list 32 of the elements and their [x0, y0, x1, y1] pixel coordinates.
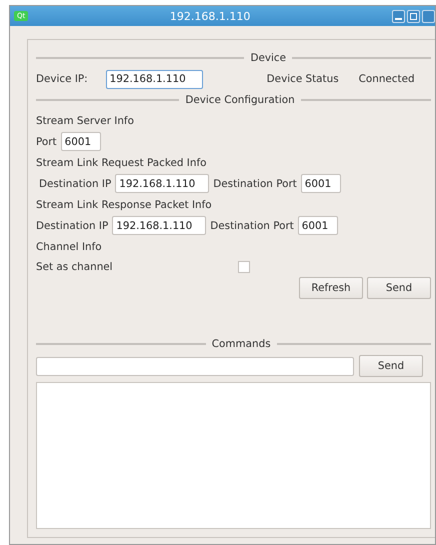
- section-heading: Device Configuration: [185, 94, 295, 106]
- field-label: Device Status: [266, 73, 339, 85]
- command-field[interactable]: [36, 356, 354, 376]
- status-value: Connected: [358, 73, 415, 85]
- field-label: Destination Port: [210, 220, 294, 232]
- maximize-icon: [410, 12, 417, 20]
- ip-field[interactable]: 192.168.1.110: [115, 174, 210, 193]
- send-button[interactable]: Send: [367, 277, 431, 299]
- port-field[interactable]: 6001: [300, 174, 341, 193]
- field-label: Port: [36, 136, 57, 148]
- port-field[interactable]: 6001: [298, 216, 338, 235]
- field-label: Device IP:: [36, 73, 88, 85]
- minimize-button[interactable]: [392, 10, 405, 22]
- send-button[interactable]: Send: [359, 355, 423, 377]
- field-label: Stream Link Response Packet Info: [36, 198, 212, 210]
- field-label: Stream Server Info: [36, 114, 134, 126]
- field-label: Channel Info: [36, 240, 102, 252]
- maximize-button[interactable]: [407, 10, 420, 22]
- refresh-button[interactable]: Refresh: [299, 277, 363, 299]
- close-button[interactable]: [422, 10, 435, 22]
- field-label: Stream Link Request Packed Info: [36, 156, 206, 168]
- field-label: Destination IP: [36, 220, 108, 232]
- ip-field[interactable]: 192.168.1.110: [112, 216, 206, 235]
- window-title: 192.168.1.110: [168, 10, 252, 22]
- port-field[interactable]: 6001: [60, 132, 101, 151]
- channel-checkbox[interactable]: [238, 260, 250, 272]
- section-heading: Device: [250, 52, 286, 64]
- field-label: Set as channel: [36, 260, 113, 272]
- field-label: Destination Port: [213, 178, 297, 190]
- field-label: Destination IP: [39, 178, 112, 190]
- ip-field[interactable]: 192.168.1.110: [106, 70, 203, 88]
- section-heading: Commands: [212, 338, 271, 350]
